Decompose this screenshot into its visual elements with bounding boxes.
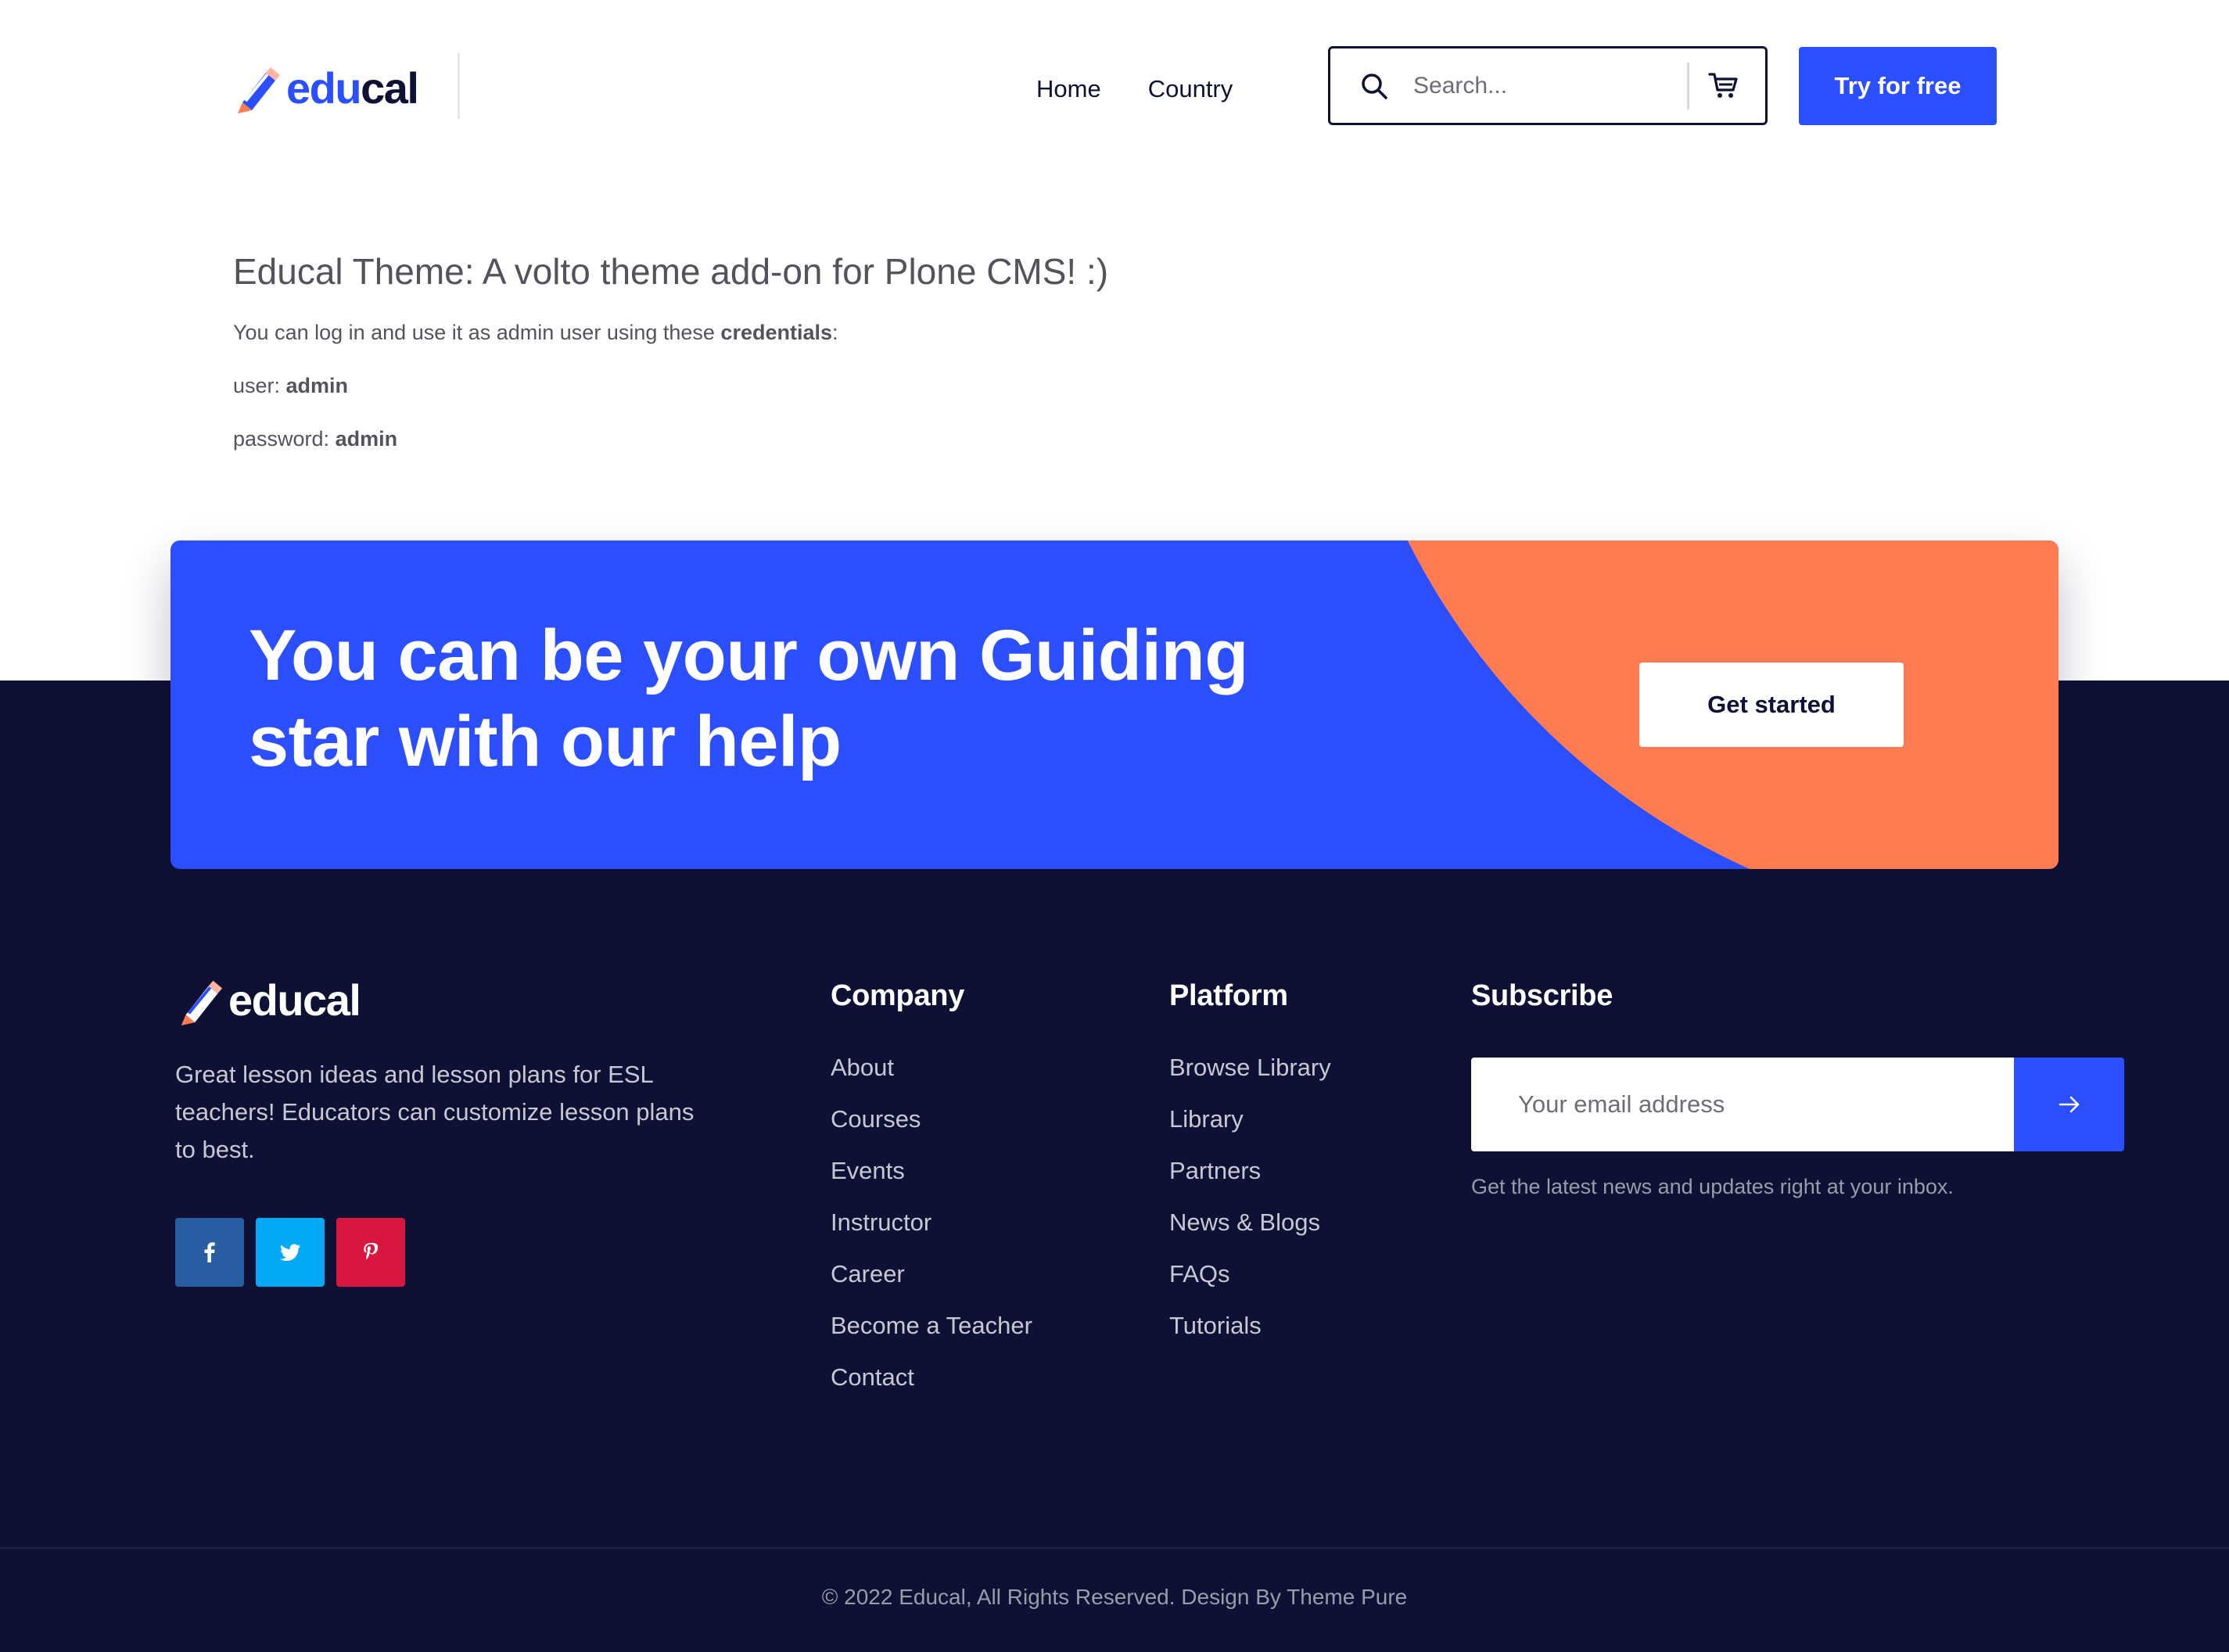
platform-links: Browse Library Library Partners News & B…: [1169, 1052, 1331, 1362]
get-started-button[interactable]: Get started: [1639, 663, 1904, 747]
footer-link-career[interactable]: Career: [831, 1259, 1032, 1310]
password-label: password:: [233, 427, 336, 451]
footer-link-events[interactable]: Events: [831, 1155, 1032, 1207]
company-heading: Company: [831, 979, 965, 1012]
footer-link-become-teacher[interactable]: Become a Teacher: [831, 1310, 1032, 1362]
footer-link-courses[interactable]: Courses: [831, 1104, 1032, 1155]
facebook-icon: [204, 1242, 215, 1262]
logo-divider: [458, 53, 460, 119]
subscribe-form: [1471, 1058, 2124, 1151]
footer-link-library[interactable]: Library: [1169, 1104, 1331, 1155]
main-nav: Home Country: [1036, 75, 1233, 103]
copyright-text: © 2022 Educal, All Rights Reserved. Desi…: [821, 1585, 1408, 1609]
intro-text: You can log in and use it as admin user …: [233, 321, 721, 344]
arrow-right-icon: [2059, 1096, 2079, 1113]
search-icon[interactable]: [1359, 70, 1390, 102]
footer-subscribe-column: Subscribe: [1471, 979, 1613, 1052]
nav-country[interactable]: Country: [1148, 75, 1233, 103]
user-value: admin: [285, 374, 349, 397]
intro-end: :: [832, 321, 838, 344]
footer-link-contact[interactable]: Contact: [831, 1362, 1032, 1413]
user-line: user: admin: [233, 372, 1484, 399]
pinterest-icon: [364, 1243, 379, 1260]
facebook-button[interactable]: [175, 1218, 244, 1287]
site-header: educal Home Country Try for free: [0, 0, 2229, 172]
footer-logo-text: educal: [228, 975, 361, 1025]
try-for-free-button[interactable]: Try for free: [1799, 47, 1997, 125]
social-links: [175, 1218, 405, 1287]
footer-link-faqs[interactable]: FAQs: [1169, 1259, 1331, 1310]
main-content: Educal Theme: A volto theme add-on for P…: [233, 250, 1484, 479]
logo[interactable]: educal: [232, 56, 419, 119]
footer-company-column: Company About Courses Events Instructor …: [831, 979, 1032, 1413]
footer-logo[interactable]: educal: [175, 975, 361, 1025]
cta-heading: You can be your own Guiding star with ou…: [249, 616, 1248, 781]
footer-link-partners[interactable]: Partners: [1169, 1155, 1331, 1207]
search-divider: [1687, 62, 1689, 110]
cart-icon[interactable]: [1707, 70, 1739, 102]
footer-platform-column: Platform Browse Library Library Partners…: [1169, 979, 1331, 1362]
footer-divider: [0, 1547, 2229, 1549]
logo-text: educal: [286, 63, 419, 113]
user-label: user:: [233, 374, 286, 397]
platform-heading: Platform: [1169, 979, 1288, 1012]
footer-link-news-blogs[interactable]: News & Blogs: [1169, 1207, 1331, 1259]
search-box: [1328, 46, 1768, 125]
credentials-text: credentials: [720, 321, 832, 344]
page-title: Educal Theme: A volto theme add-on for P…: [233, 251, 1109, 292]
twitter-button[interactable]: [256, 1218, 325, 1287]
cta-banner: You can be your own Guiding star with ou…: [170, 540, 2059, 869]
search-input[interactable]: [1413, 72, 1679, 99]
subscribe-button[interactable]: [2014, 1058, 2124, 1151]
password-value: admin: [335, 427, 398, 451]
pinterest-button[interactable]: [336, 1218, 405, 1287]
nav-home[interactable]: Home: [1036, 75, 1101, 103]
footer-link-about[interactable]: About: [831, 1052, 1032, 1104]
password-line: password: admin: [233, 426, 1484, 452]
footer-description: Great lesson ideas and lesson plans for …: [175, 1061, 695, 1163]
footer-link-instructor[interactable]: Instructor: [831, 1207, 1032, 1259]
subscribe-note: Get the latest news and updates right at…: [1471, 1175, 1954, 1198]
pencil-logo-icon: [181, 980, 223, 1025]
twitter-icon: [280, 1244, 300, 1261]
subscribe-heading: Subscribe: [1471, 979, 1613, 1012]
pencil-logo-icon: [238, 67, 280, 113]
footer-link-browse-library[interactable]: Browse Library: [1169, 1052, 1331, 1104]
company-links: About Courses Events Instructor Career B…: [831, 1052, 1032, 1413]
footer-link-tutorials[interactable]: Tutorials: [1169, 1310, 1331, 1362]
intro-paragraph: You can log in and use it as admin user …: [233, 319, 1484, 346]
email-field[interactable]: [1471, 1058, 2014, 1151]
